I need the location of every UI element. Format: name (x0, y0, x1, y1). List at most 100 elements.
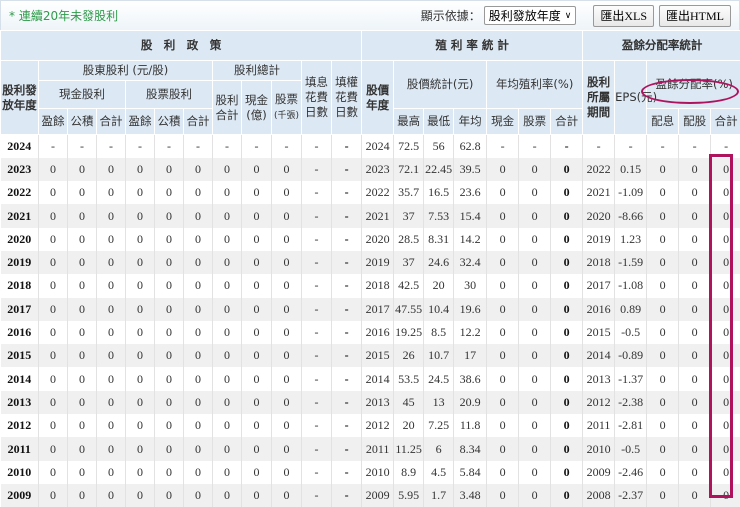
table-cell: - (615, 135, 647, 158)
table-cell: 0 (68, 228, 97, 251)
table-row: 2011000000000--201111.2568.340002010-0.5… (1, 437, 740, 460)
yield-stock-header: 股票 (519, 109, 551, 135)
table-cell: 0 (155, 391, 184, 414)
table-cell: 26 (394, 344, 424, 367)
toolbar: * 連續20年未發股利 顯示依據： 股利發放年度∨ 匯出XLS 匯出HTML (0, 0, 740, 30)
table-cell: 0 (155, 344, 184, 367)
table-cell: 0 (519, 204, 551, 227)
table-cell: 0 (213, 344, 242, 367)
table-cell: 2022 (1, 181, 39, 204)
table-cell: 2015 (583, 321, 615, 344)
table-cell: 0 (184, 461, 213, 484)
table-cell: 0 (213, 484, 242, 507)
table-cell: 0 (487, 298, 519, 321)
table-cell: 2009 (583, 461, 615, 484)
payout-cash-header: 配息 (647, 109, 679, 135)
table-cell: 0.15 (615, 158, 647, 181)
period-header: 股利所屬期間 (583, 61, 615, 135)
table-cell: 0 (213, 391, 242, 414)
table-cell: -2.38 (615, 391, 647, 414)
eps-header: EPS(元) (615, 61, 647, 135)
table-cell: 0 (97, 298, 126, 321)
table-cell: 0 (213, 437, 242, 460)
table-cell: 0 (551, 204, 583, 227)
table-cell: 19.6 (454, 298, 487, 321)
table-cell: 1.7 (424, 484, 454, 507)
table-cell: - (332, 158, 362, 181)
table-cell: 2016 (583, 298, 615, 321)
table-cell: 17 (454, 344, 487, 367)
table-cell: - (302, 181, 332, 204)
table-cell: 0 (184, 344, 213, 367)
table-cell: 42.5 (394, 274, 424, 297)
stock-earn-header: 盈餘 (126, 109, 155, 135)
table-cell: 0 (68, 391, 97, 414)
table-cell: 0 (551, 391, 583, 414)
no-dividend-note: * 連續20年未發股利 (9, 7, 118, 24)
table-cell: - (332, 181, 362, 204)
export-xls-button[interactable]: 匯出XLS (593, 5, 654, 27)
avg-header: 年均 (454, 109, 487, 135)
table-cell: 11.25 (394, 437, 424, 460)
table-cell: - (302, 484, 332, 507)
table-cell: 0 (126, 321, 155, 344)
table-cell: 0 (126, 437, 155, 460)
table-cell: 13 (424, 391, 454, 414)
table-cell: 2012 (362, 414, 394, 437)
table-cell: 10.7 (424, 344, 454, 367)
table-cell: 0 (213, 298, 242, 321)
table-cell: 0 (39, 391, 68, 414)
table-cell: - (302, 321, 332, 344)
table-cell: 0 (519, 158, 551, 181)
table-cell: 0 (242, 414, 272, 437)
table-cell: 0 (272, 367, 302, 390)
table-cell: - (302, 367, 332, 390)
table-cell: 0 (126, 274, 155, 297)
highlight-box (709, 154, 733, 498)
table-cell: 0 (551, 228, 583, 251)
table-cell: 0 (487, 414, 519, 437)
table-cell: 2013 (1, 391, 39, 414)
table-cell: 0 (213, 251, 242, 274)
table-cell: 0 (242, 344, 272, 367)
table-row: 2015000000000--20152610.7170002014-0.890… (1, 344, 740, 367)
table-cell: 0 (68, 298, 97, 321)
table-cell: 0 (679, 251, 711, 274)
table-row: 2019000000000--20193724.632.40002018-1.5… (1, 251, 740, 274)
export-html-button[interactable]: 匯出HTML (659, 5, 731, 27)
price-stats-header: 股價統計(元) (394, 61, 487, 109)
table-cell: 0 (647, 228, 679, 251)
table-cell: 0 (519, 251, 551, 274)
table-row: 2009000000000--20095.951.73.480002008-2.… (1, 484, 740, 507)
table-cell: 0 (551, 367, 583, 390)
table-cell: 0 (647, 414, 679, 437)
table-cell: 2012 (1, 414, 39, 437)
table-cell: 0 (97, 437, 126, 460)
table-cell: 0 (679, 321, 711, 344)
table-cell: 0 (272, 251, 302, 274)
table-cell: 0 (39, 414, 68, 437)
yield-stats-header: 殖 利 率 統 計 (362, 31, 583, 61)
table-cell: 24.5 (424, 367, 454, 390)
table-cell: 2011 (1, 437, 39, 460)
table-cell: 0 (97, 251, 126, 274)
table-cell: - (679, 135, 711, 158)
table-cell: 2017 (362, 298, 394, 321)
table-cell: 2016 (1, 321, 39, 344)
table-cell: 0 (487, 274, 519, 297)
table-cell: 0 (647, 274, 679, 297)
display-basis-select[interactable]: 股利發放年度∨ (484, 6, 577, 25)
table-cell: 0 (39, 484, 68, 507)
table-cell: 0 (213, 181, 242, 204)
table-cell: 0 (551, 181, 583, 204)
table-cell: 0 (97, 367, 126, 390)
table-cell: 0 (242, 367, 272, 390)
table-cell: - (302, 274, 332, 297)
table-cell: 0 (126, 228, 155, 251)
table-cell: 0 (487, 391, 519, 414)
table-cell: 0 (519, 484, 551, 507)
table-cell: 2010 (362, 461, 394, 484)
table-cell: 8.31 (424, 228, 454, 251)
table-cell: 10.4 (424, 298, 454, 321)
table-cell: 0 (68, 274, 97, 297)
